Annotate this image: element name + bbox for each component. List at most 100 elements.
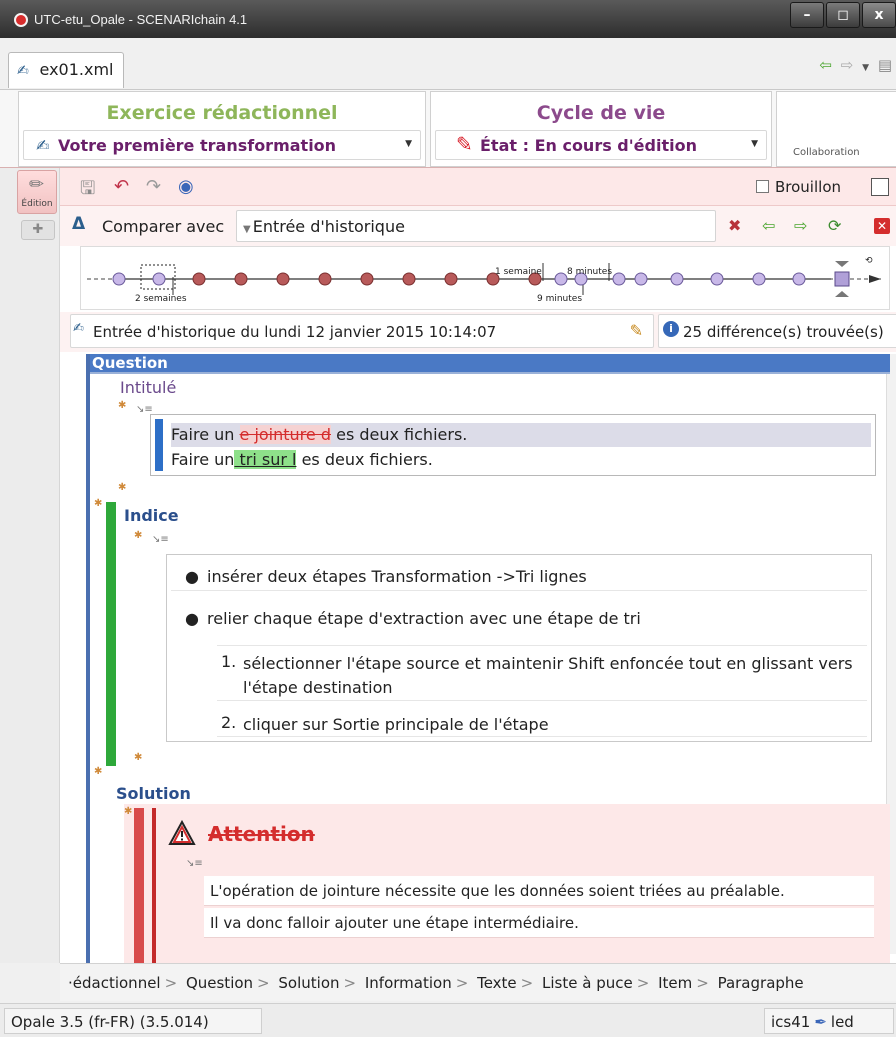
chevron-down-icon: ▼: [751, 139, 758, 149]
insert-marker-icon[interactable]: ✱: [94, 498, 102, 509]
save-icon[interactable]: 🖫: [80, 176, 95, 206]
warning-icon: [168, 820, 196, 845]
compare-bar: Δ Comparer avec ▼ Entrée d'historique ✖ ⇦…: [60, 206, 896, 246]
compare-label: Comparer avec: [102, 217, 225, 236]
document-type-icon: ✍: [17, 63, 29, 79]
question-block: Question Intitulé ✱ ↘≡ Faire un e jointu…: [86, 354, 890, 963]
exercise-panel: Exercice rédactionnel ✍ Votre première t…: [18, 91, 426, 167]
compare-delta-icon: Δ: [72, 214, 86, 234]
ordered-list-item[interactable]: 2. cliquer sur Sortie principale de l'ét…: [217, 707, 867, 737]
diff-count-badge: i 25 différence(s) trouvée(s): [658, 314, 896, 348]
pencil-icon: ✎: [456, 132, 473, 156]
maximize-button[interactable]: ◻: [826, 2, 860, 28]
breadcrumb-item[interactable]: Liste à puce: [542, 974, 633, 992]
insert-marker-icon[interactable]: ✱: [124, 806, 132, 817]
exercise-title: Exercice rédactionnel: [106, 102, 338, 124]
insert-marker-icon[interactable]: ✱: [118, 400, 126, 411]
lifecycle-panel: Cycle de vie ✎ État : En cours d'édition…: [430, 91, 772, 167]
diff-count-text: 25 différence(s) trouvée(s): [683, 323, 884, 341]
solution-label[interactable]: Solution: [116, 784, 191, 803]
intitule-label[interactable]: Intitulé: [120, 378, 176, 397]
draft-label: Brouillon: [775, 178, 841, 196]
draft-checkbox[interactable]: [756, 180, 769, 193]
add-mode-button[interactable]: ✚: [21, 220, 55, 240]
refresh-diff-icon[interactable]: ⟳: [828, 216, 841, 235]
redo-icon[interactable]: ↷: [146, 176, 161, 197]
history-entry-icon: ✍: [73, 321, 84, 336]
plus-icon: ✚: [32, 222, 44, 237]
back-arrow-icon[interactable]: ⇦: [819, 56, 832, 74]
bullet-list: ● insérer deux étapes Transformation ->T…: [166, 554, 872, 742]
close-compare-icon[interactable]: ✕: [874, 218, 890, 234]
insert-marker-icon[interactable]: ✱: [94, 766, 102, 777]
action-circle-icon[interactable]: ◉: [178, 176, 194, 197]
minimize-button[interactable]: –: [790, 2, 824, 28]
edit-mode-button[interactable]: ✏ Édition: [17, 170, 57, 214]
list-item[interactable]: ● relier chaque étape d'extraction avec …: [171, 603, 867, 633]
lifecycle-value: État : En cours d'édition: [480, 136, 697, 155]
history-entry-select[interactable]: ▼ Entrée d'historique: [236, 210, 716, 242]
app-icon: [14, 13, 28, 27]
timeline-label-1w: 1 semaine: [495, 267, 542, 277]
nav-dropdown-icon[interactable]: ▼: [862, 63, 869, 73]
undo-icon[interactable]: ↶: [114, 176, 129, 197]
list-item[interactable]: ● insérer deux étapes Transformation ->T…: [171, 561, 867, 591]
lifecycle-title: Cycle de vie: [536, 102, 666, 124]
editor-toolbar: 🖫 ↶ ↷ ◉ Brouillon: [60, 168, 896, 206]
solution-text-line[interactable]: L'opération de jointure nécessite que le…: [204, 876, 874, 906]
insert-marker-icon[interactable]: ✱: [118, 482, 126, 493]
paragraph-icon[interactable]: ↘≡: [152, 534, 169, 545]
insert-marker-icon[interactable]: ✱: [134, 752, 142, 763]
exercise-value: Votre première transformation: [58, 136, 337, 155]
breadcrumb-item[interactable]: Question: [186, 974, 253, 992]
attention-title[interactable]: Attention: [208, 822, 315, 846]
svg-text:⟲: ⟲: [865, 256, 873, 266]
edit-entry-icon[interactable]: ✎: [630, 321, 643, 340]
deleted-text: e jointure d: [239, 425, 331, 444]
history-nav: ⇦ ⇨ ▼ ▤: [819, 56, 896, 74]
breadcrumb-item[interactable]: ·édactionnel: [68, 974, 161, 992]
pencil-icon: ✏: [29, 174, 45, 195]
history-timeline[interactable]: ⟲ 2 semaines 1 semaine 8 minutes 9 minut…: [80, 246, 890, 310]
document-tab[interactable]: ✍ ex01.xml: [8, 52, 124, 88]
forward-arrow-icon[interactable]: ⇨: [841, 56, 854, 74]
chevron-down-icon: ▼: [405, 139, 412, 149]
insert-marker-icon[interactable]: ✱: [134, 530, 142, 541]
old-text-line[interactable]: Faire un e jointure d es deux fichiers.: [171, 423, 871, 447]
timeline-label-2w: 2 semaines: [135, 294, 187, 304]
document-tab-label: ex01.xml: [39, 60, 114, 79]
breadcrumb-item[interactable]: Solution: [278, 974, 339, 992]
solution-diff-bar: [134, 808, 144, 963]
close-button[interactable]: x: [862, 2, 896, 28]
solution-text-line[interactable]: Il va donc falloir ajouter une étape int…: [204, 908, 874, 938]
collaboration-panel[interactable]: Collaboration: [776, 91, 896, 167]
draft-toggle[interactable]: Brouillon: [756, 178, 841, 196]
remove-diff-icon[interactable]: ✖: [728, 216, 741, 235]
status-user: ics41 ✒ led: [764, 1008, 894, 1034]
new-text-line[interactable]: Faire un tri sur l es deux fichiers.: [171, 449, 433, 473]
window-menu-icon[interactable]: ▤: [878, 56, 892, 74]
solution-block: ✱ Attention ↘≡ L'opération de jointure n…: [124, 804, 890, 963]
indice-label[interactable]: Indice: [124, 506, 179, 525]
breadcrumb-item[interactable]: Item: [658, 974, 692, 992]
breadcrumb-item[interactable]: Texte: [477, 974, 517, 992]
diff-marker: [155, 419, 163, 471]
next-diff-icon[interactable]: ⇨: [794, 216, 807, 235]
document-tab-row: ✍ ex01.xml ⇦ ⇨ ▼ ▤: [0, 38, 896, 90]
history-entry-text: Entrée d'historique du lundi 12 janvier …: [93, 323, 497, 341]
ordered-list-item[interactable]: 1. sélectionner l'étape source et mainte…: [217, 645, 867, 701]
dropdown-icon: ▼: [243, 224, 251, 235]
paragraph-icon[interactable]: ↘≡: [186, 858, 203, 869]
toggle-panel-icon[interactable]: [871, 178, 889, 196]
window-title: UTC-etu_Opale - SCENARIchain 4.1: [34, 12, 248, 27]
breadcrumb: ·édactionnel > Question > Solution > Inform…: [60, 963, 896, 1001]
breadcrumb-item[interactable]: Information: [365, 974, 452, 992]
editor-area: 🖫 ↶ ↷ ◉ Brouillon Δ Comparer avec ▼ Entré…: [60, 168, 896, 963]
previous-diff-icon[interactable]: ⇦: [762, 216, 775, 235]
feather-icon: ✒: [814, 1013, 827, 1031]
lifecycle-combo[interactable]: ✎ État : En cours d'édition ▼: [435, 130, 767, 160]
question-header[interactable]: Question: [90, 354, 890, 372]
breadcrumb-item[interactable]: Paragraphe: [718, 974, 804, 992]
info-icon: i: [663, 321, 679, 337]
exercise-combo[interactable]: ✍ Votre première transformation ▼: [23, 130, 421, 160]
